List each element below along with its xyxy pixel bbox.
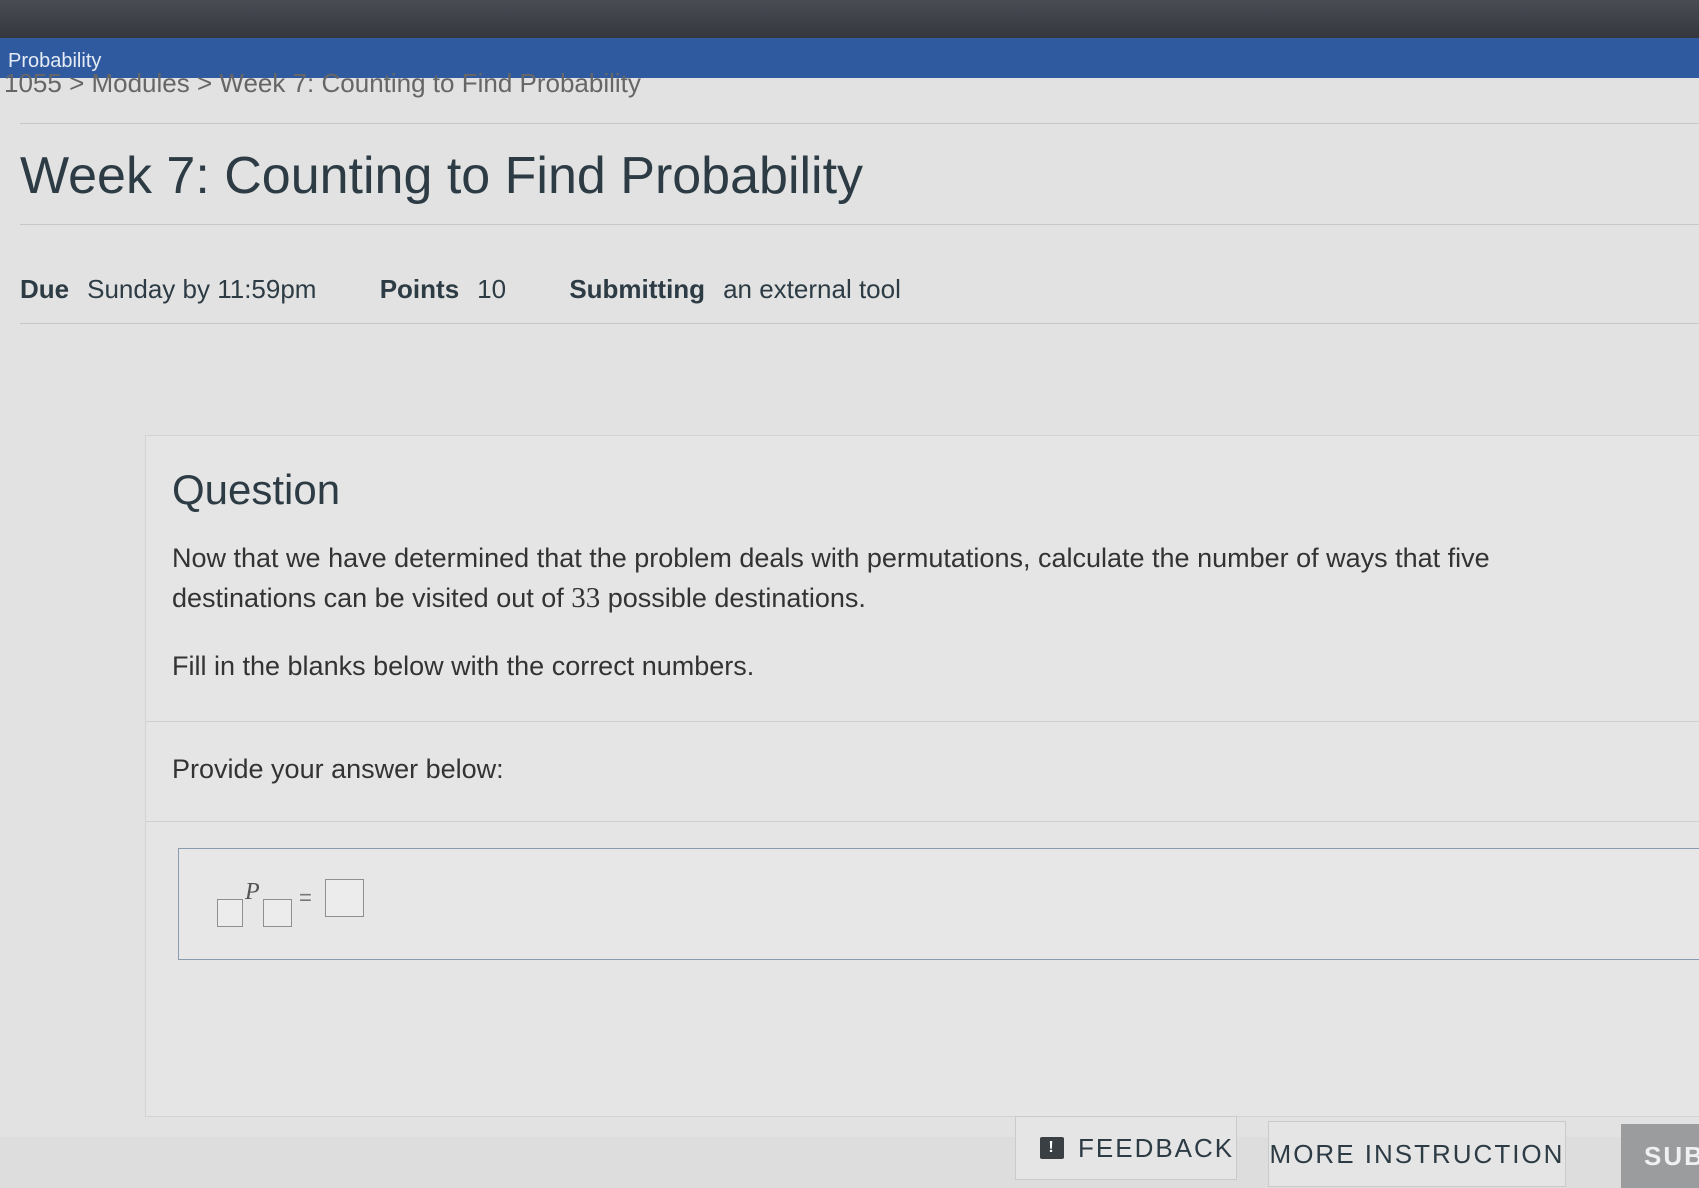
- question-text-part: possible destinations.: [600, 583, 866, 613]
- submitting-label: Submitting: [569, 274, 706, 304]
- question-instruction: Fill in the blanks below with the correc…: [172, 651, 755, 681]
- due-value: Sunday by 11:59pm: [87, 274, 317, 304]
- more-instruction-button[interactable]: MORE INSTRUCTION: [1268, 1121, 1566, 1187]
- points-value: 10: [477, 274, 507, 304]
- n-blank-input[interactable]: [217, 899, 243, 927]
- assignment-meta: Due Sunday by 11:59pm Points 10 Submitting…: [20, 274, 957, 305]
- permutation-expression: P =: [217, 879, 417, 929]
- points-label: Points: [379, 274, 460, 304]
- question-text: Now that we have determined that the pro…: [172, 538, 1592, 618]
- feedback-icon: !: [1040, 1137, 1064, 1159]
- divider: [20, 123, 1699, 124]
- breadcrumb[interactable]: 1055 > Modules > Week 7: Counting to Fin…: [4, 68, 641, 99]
- divider: [20, 323, 1699, 324]
- answer-box: P =: [178, 848, 1699, 960]
- feedback-button[interactable]: ! FEEDBACK: [1015, 1116, 1237, 1180]
- divider: [146, 721, 1699, 722]
- destination-count: 33: [571, 582, 601, 614]
- result-blank-input[interactable]: [325, 879, 364, 917]
- due-label: Due: [20, 274, 70, 304]
- question-heading: Question: [172, 466, 341, 513]
- feedback-label: FEEDBACK: [1078, 1132, 1235, 1163]
- screen-bezel: [0, 0, 1699, 40]
- permutation-symbol: P: [245, 879, 260, 905]
- divider: [20, 224, 1699, 225]
- submitting-value: an external tool: [723, 274, 901, 304]
- question-card: Question Now that we have determined tha…: [145, 435, 1699, 1188]
- r-blank-input[interactable]: [263, 899, 292, 927]
- equals-sign: =: [299, 885, 312, 910]
- main-content: 1055 > Modules > Week 7: Counting to Fin…: [0, 68, 1699, 1188]
- submit-button[interactable]: SUB: [1621, 1124, 1699, 1188]
- divider: [146, 821, 1699, 822]
- answer-prompt: Provide your answer below:: [172, 754, 504, 784]
- page-title: Week 7: Counting to Find Probability: [20, 147, 864, 205]
